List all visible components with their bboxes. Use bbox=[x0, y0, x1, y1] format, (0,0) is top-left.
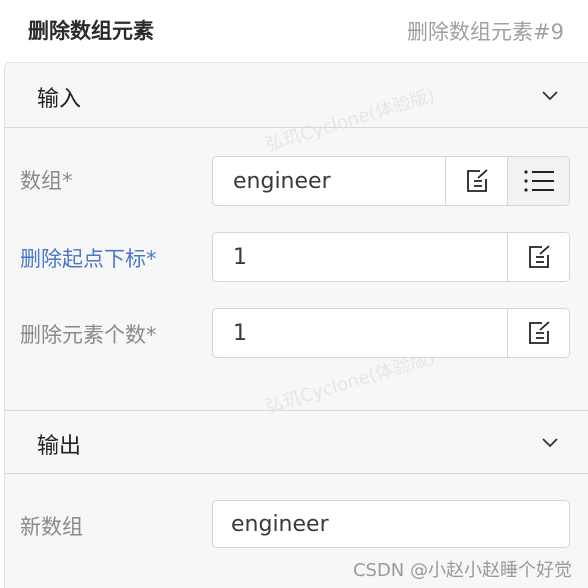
array-label: 数组* bbox=[20, 169, 73, 193]
list-icon bbox=[523, 170, 554, 192]
delete-count-field[interactable]: 1 bbox=[212, 308, 570, 358]
node-id-label: 删除数组元素#9 bbox=[407, 20, 564, 44]
array-value[interactable]: engineer bbox=[213, 169, 445, 194]
delete-count-value[interactable]: 1 bbox=[213, 321, 507, 346]
delete-count-label: 删除元素个数* bbox=[20, 323, 157, 347]
chevron-down-icon[interactable] bbox=[542, 88, 558, 104]
edit-expression-button[interactable] bbox=[507, 309, 569, 357]
edit-icon bbox=[466, 169, 488, 192]
start-index-value[interactable]: 1 bbox=[213, 245, 507, 270]
edit-expression-button[interactable] bbox=[507, 233, 569, 281]
edit-icon bbox=[528, 245, 550, 268]
list-editor-button[interactable] bbox=[507, 157, 569, 205]
chevron-down-icon[interactable] bbox=[542, 435, 558, 451]
edit-expression-button[interactable] bbox=[445, 157, 507, 205]
new-array-field[interactable]: engineer bbox=[212, 500, 570, 548]
credit-watermark: CSDN @小赵小赵睡个好觉 bbox=[352, 560, 572, 581]
start-index-field[interactable]: 1 bbox=[212, 232, 570, 282]
node-header: 删除数组元素 删除数组元素#9 bbox=[0, 0, 588, 62]
start-index-label: 删除起点下标* bbox=[20, 247, 157, 271]
new-array-value[interactable]: engineer bbox=[213, 512, 569, 537]
output-section-title: 输出 bbox=[37, 434, 82, 459]
output-section-header[interactable]: 输出 bbox=[4, 410, 588, 474]
edit-icon bbox=[528, 321, 550, 344]
node-title: 删除数组元素 bbox=[28, 19, 154, 43]
array-field[interactable]: engineer bbox=[212, 156, 570, 206]
input-section-title: 输入 bbox=[37, 87, 82, 112]
new-array-label: 新数组 bbox=[20, 515, 83, 539]
input-section-header[interactable]: 输入 bbox=[4, 64, 588, 128]
